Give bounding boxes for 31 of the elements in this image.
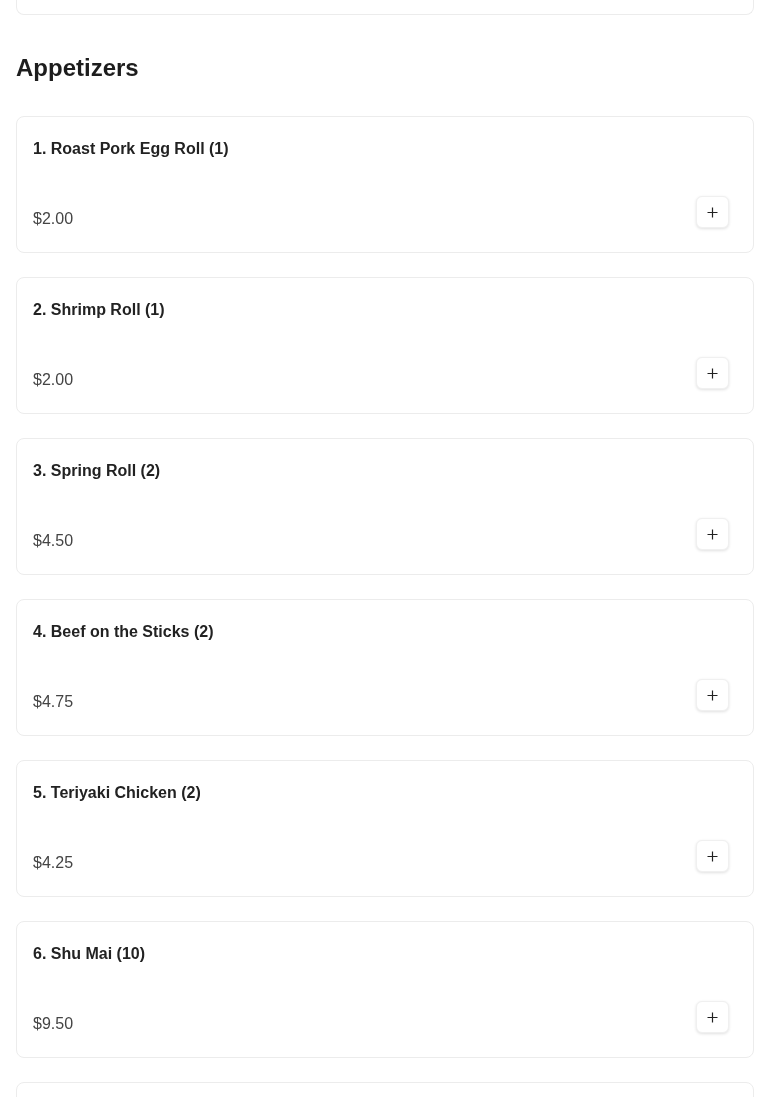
plus-icon [707, 1011, 718, 1023]
item-name: 6. Shu Mai (10) [33, 945, 147, 963]
menu-item-card[interactable]: 4. Beef on the Sticks (2) $4.75 [16, 599, 754, 736]
item-price: $2.00 [33, 210, 74, 228]
item-name: 4. Beef on the Sticks (2) [33, 623, 215, 641]
menu-item-card[interactable]: 6. Shu Mai (10) $9.50 [16, 921, 754, 1058]
add-button[interactable] [696, 518, 729, 550]
add-button[interactable] [696, 196, 729, 228]
menu-item-card[interactable]: 1. Roast Pork Egg Roll (1) $2.00 [16, 116, 754, 253]
menu-item-card[interactable]: 3. Spring Roll (2) $4.50 [16, 438, 754, 575]
plus-icon [707, 367, 718, 379]
item-name: 5. Teriyaki Chicken (2) [33, 784, 202, 802]
item-price: $4.50 [33, 532, 74, 550]
item-name: 3. Spring Roll (2) [33, 462, 162, 480]
item-price: $4.75 [33, 693, 74, 711]
item-price: $2.00 [33, 371, 74, 389]
plus-icon [707, 850, 718, 862]
menu-item-card[interactable]: 5. Teriyaki Chicken (2) $4.25 [16, 760, 754, 897]
add-button[interactable] [696, 357, 729, 389]
menu-item-card[interactable]: 2. Shrimp Roll (1) $2.00 [16, 277, 754, 414]
item-price: $4.25 [33, 854, 74, 872]
add-button[interactable] [696, 1001, 729, 1033]
plus-icon [707, 528, 718, 540]
item-price: $9.50 [33, 1015, 74, 1033]
plus-icon [707, 689, 718, 701]
section-heading: Appetizers [16, 53, 140, 83]
item-name: 1. Roast Pork Egg Roll (1) [33, 140, 230, 158]
item-name: 2. Shrimp Roll (1) [33, 301, 166, 319]
add-button[interactable] [696, 840, 729, 872]
add-button[interactable] [696, 679, 729, 711]
plus-icon [707, 206, 718, 218]
